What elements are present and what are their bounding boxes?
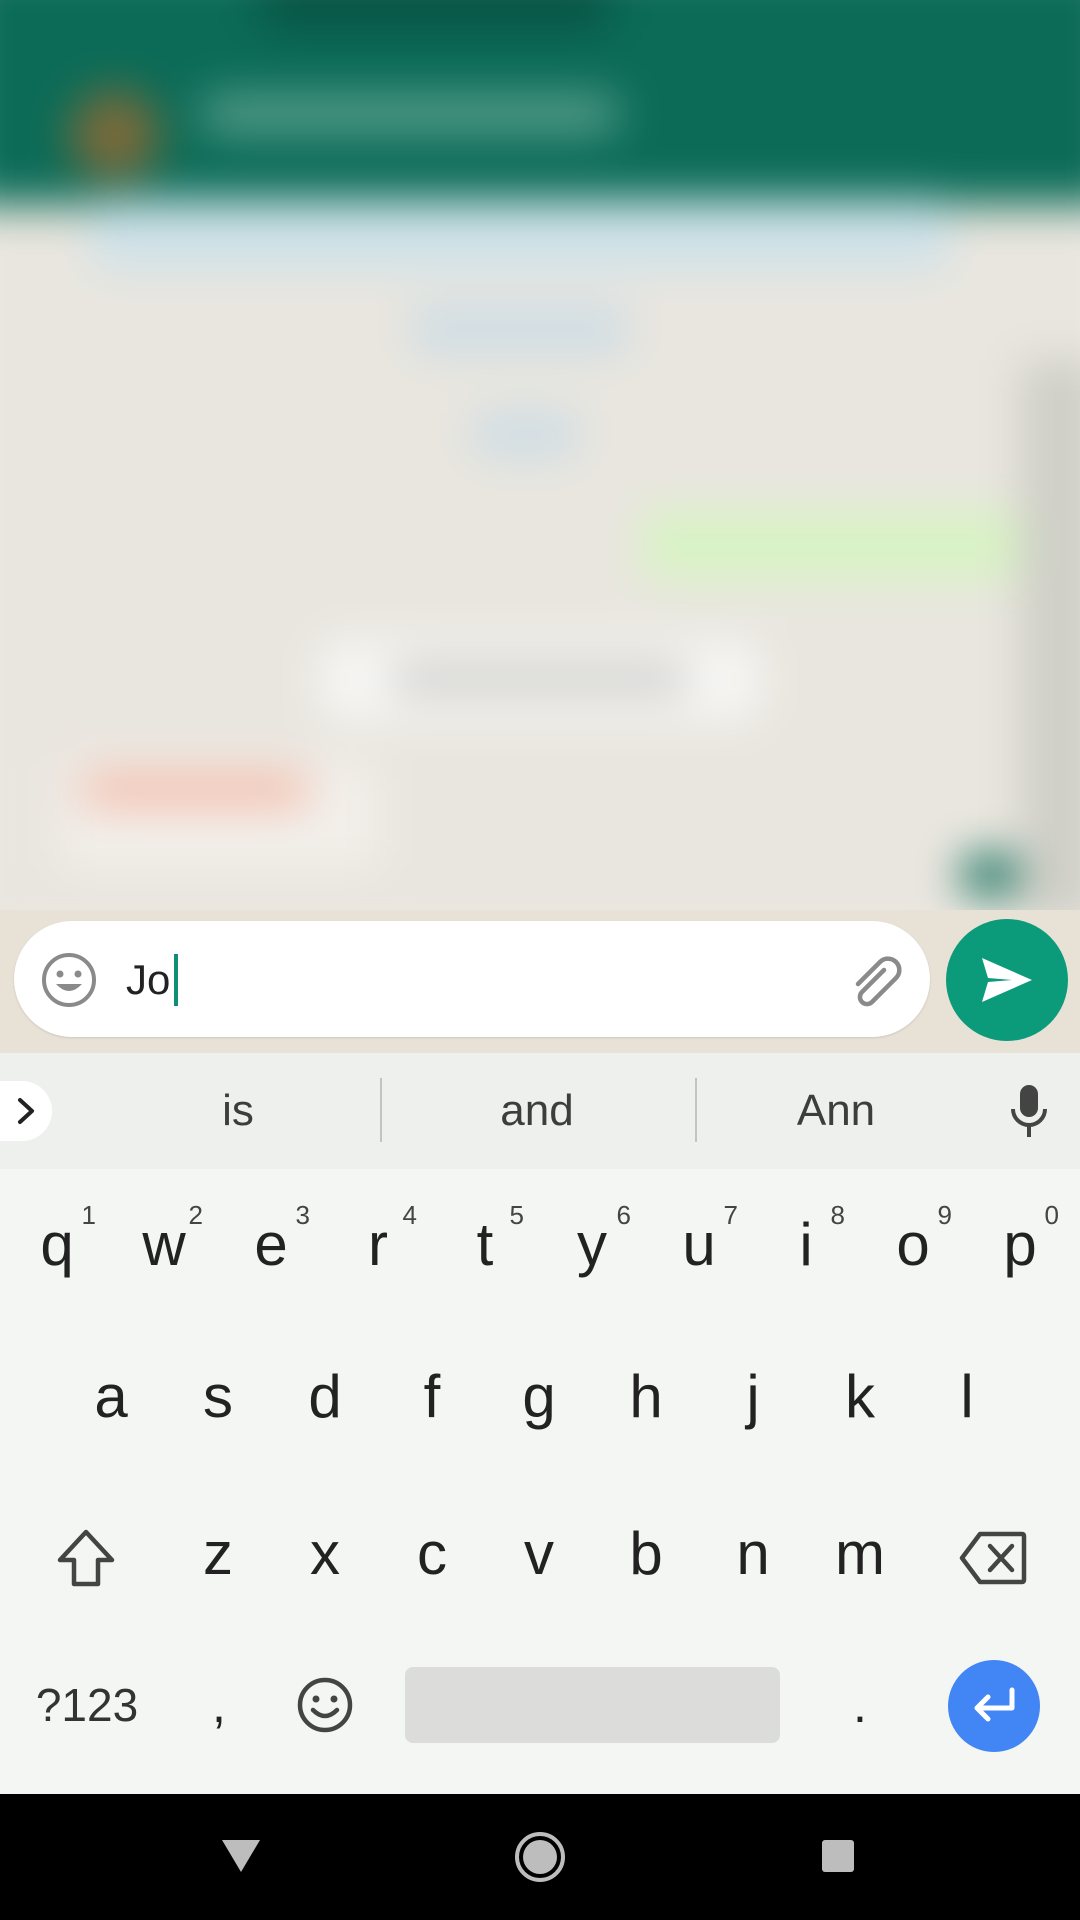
message-input[interactable]: Jo bbox=[126, 951, 816, 1009]
key-h[interactable]: h bbox=[593, 1337, 699, 1457]
key-hint: 5 bbox=[509, 1200, 524, 1230]
key-p[interactable]: p0 bbox=[967, 1185, 1073, 1305]
key-t[interactable]: t5 bbox=[432, 1185, 538, 1305]
key-w[interactable]: w2 bbox=[111, 1185, 217, 1305]
space-key[interactable] bbox=[405, 1667, 780, 1743]
key-i[interactable]: i8 bbox=[753, 1185, 859, 1305]
suggestion-3[interactable]: Ann bbox=[766, 1083, 906, 1139]
key-l[interactable]: l bbox=[914, 1337, 1020, 1457]
suggestion-1[interactable]: is bbox=[178, 1083, 298, 1139]
suggestion-divider bbox=[380, 1078, 382, 1142]
key-hint: 0 bbox=[1044, 1200, 1059, 1230]
key-f[interactable]: f bbox=[379, 1337, 485, 1457]
send-button[interactable] bbox=[946, 919, 1068, 1041]
emoji-icon[interactable] bbox=[40, 951, 98, 1009]
key-x[interactable]: x bbox=[272, 1494, 378, 1614]
shift-icon[interactable] bbox=[54, 1526, 118, 1590]
key-n[interactable]: n bbox=[700, 1494, 806, 1614]
key-hint: 8 bbox=[830, 1200, 845, 1230]
key-s[interactable]: s bbox=[165, 1337, 271, 1457]
key-j[interactable]: j bbox=[700, 1337, 806, 1457]
key-hint: 1 bbox=[81, 1200, 96, 1230]
symbols-key[interactable]: ?123 bbox=[22, 1670, 152, 1740]
send-icon bbox=[982, 958, 1032, 1002]
key-m[interactable]: m bbox=[807, 1494, 913, 1614]
emoji-key-icon[interactable] bbox=[296, 1676, 354, 1734]
key-a[interactable]: a bbox=[58, 1337, 164, 1457]
attach-icon[interactable] bbox=[844, 950, 910, 1010]
key-hint: 2 bbox=[188, 1200, 203, 1230]
mic-icon[interactable] bbox=[1004, 1083, 1054, 1139]
key-u[interactable]: u7 bbox=[646, 1185, 752, 1305]
enter-icon bbox=[974, 1687, 1015, 1722]
key-k[interactable]: k bbox=[807, 1337, 913, 1457]
key-z[interactable]: z bbox=[165, 1494, 271, 1614]
period-key[interactable]: . bbox=[807, 1645, 913, 1765]
key-hint: 7 bbox=[723, 1200, 738, 1230]
suggestion-2[interactable]: and bbox=[457, 1083, 617, 1139]
key-hint: 4 bbox=[402, 1200, 417, 1230]
key-o[interactable]: o9 bbox=[860, 1185, 966, 1305]
key-hint: 9 bbox=[937, 1200, 952, 1230]
enter-key[interactable] bbox=[948, 1660, 1040, 1752]
backspace-icon[interactable] bbox=[958, 1530, 1028, 1586]
nav-home-icon[interactable] bbox=[514, 1831, 566, 1883]
key-y[interactable]: y6 bbox=[539, 1185, 645, 1305]
chat-background bbox=[0, 0, 1080, 910]
nav-back-icon[interactable] bbox=[218, 1836, 264, 1876]
key-r[interactable]: r4 bbox=[325, 1185, 431, 1305]
text-cursor bbox=[174, 953, 179, 1006]
key-hint: 6 bbox=[616, 1200, 631, 1230]
key-q[interactable]: q1 bbox=[4, 1185, 110, 1305]
key-e[interactable]: e3 bbox=[218, 1185, 324, 1305]
comma-key[interactable]: , bbox=[166, 1645, 272, 1765]
key-b[interactable]: b bbox=[593, 1494, 699, 1614]
key-g[interactable]: g bbox=[486, 1337, 592, 1457]
nav-recents-icon[interactable] bbox=[820, 1838, 856, 1874]
key-v[interactable]: v bbox=[486, 1494, 592, 1614]
message-text: Jo bbox=[126, 956, 171, 1003]
suggestion-divider bbox=[695, 1078, 697, 1142]
key-hint: 3 bbox=[295, 1200, 310, 1230]
key-c[interactable]: c bbox=[379, 1494, 485, 1614]
key-d[interactable]: d bbox=[272, 1337, 378, 1457]
